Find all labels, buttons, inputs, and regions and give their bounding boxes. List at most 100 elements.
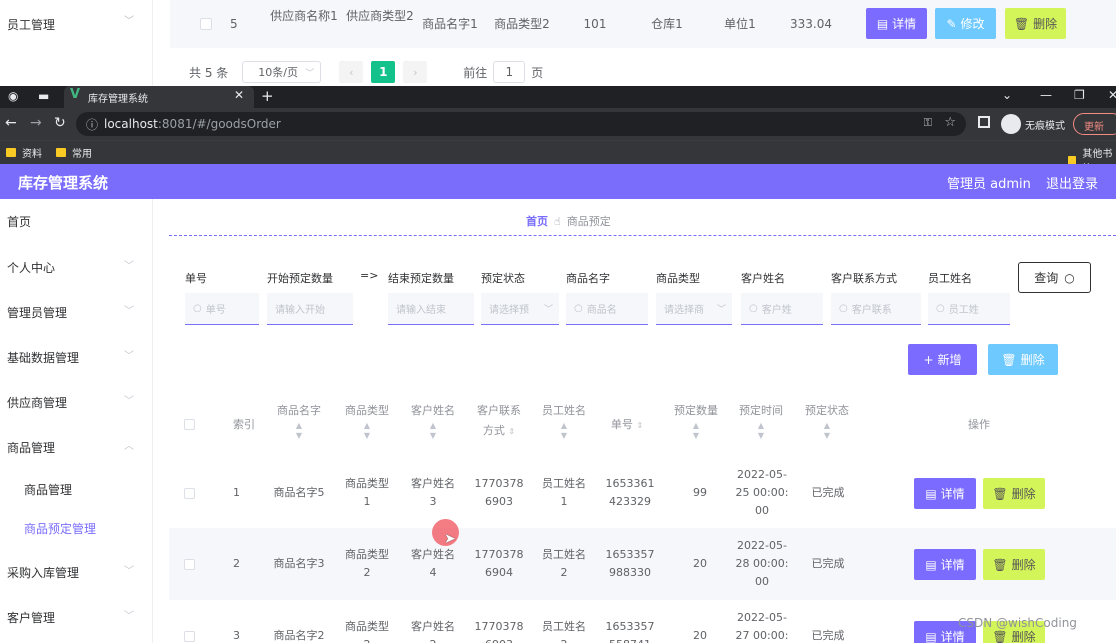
query-button[interactable]: 查询 ○	[1018, 262, 1091, 293]
prev-detail-button[interactable]: ▤ 详情	[866, 8, 927, 39]
th-customer-phone[interactable]: 客户联系 方式 ⇕	[471, 401, 527, 442]
new-tab-icon[interactable]: +	[261, 87, 274, 105]
sidebar-item-goods[interactable]: 商品管理	[7, 439, 55, 456]
cell-employee-line2: 1	[560, 495, 568, 508]
side-panel-icon[interactable]	[978, 116, 990, 128]
sort-icon[interactable]: ⇕	[508, 427, 515, 436]
sidebar-subitem-goods-order[interactable]: 商品预定管理	[24, 520, 96, 537]
page-size-select[interactable]: 10条/页 ﹀	[242, 61, 322, 83]
tab-search-icon[interactable]: ▬	[38, 89, 49, 103]
sidebar-item-customer[interactable]: 客户管理	[7, 609, 55, 626]
sort-icon[interactable]: ▲ ▼	[407, 421, 459, 441]
prev-page-button[interactable]: ‹	[339, 61, 364, 83]
prev-sidebar-employee-item[interactable]: 员工管理	[7, 16, 55, 33]
back-arrow-icon[interactable]: ←	[5, 115, 17, 131]
url-text[interactable]: localhost:8081/#/goodsOrder	[104, 117, 281, 131]
prev-edit-button[interactable]: ✎ 修改	[935, 8, 996, 39]
row-checkbox[interactable]	[184, 631, 195, 642]
goods-type-select[interactable]: 请选择商 ﹀	[656, 293, 732, 325]
globe-icon[interactable]: ◉	[8, 89, 18, 103]
row-detail-button[interactable]: ▤ 详情	[914, 549, 976, 580]
bookmarks-bar: 资料 常用 其他书签	[0, 140, 1116, 175]
cell-employee-line2: 2	[561, 638, 568, 643]
cell-goods-type: 商品类型 2	[341, 618, 393, 643]
bookmark-folder-changyong[interactable]: 常用	[56, 145, 92, 160]
site-info-icon[interactable]: ⓘ	[86, 116, 98, 133]
sort-icon[interactable]: ▲ ▼	[735, 421, 787, 441]
th-goods-name[interactable]: 商品名字 ▲ ▼	[273, 401, 325, 441]
sort-icon[interactable]: ▲ ▼	[273, 421, 325, 441]
th-customer-phone-label-2: 方式	[482, 424, 505, 437]
current-page-button[interactable]: 1	[371, 61, 396, 83]
th-time[interactable]: 预定时间 ▲ ▼	[735, 401, 787, 441]
th-qty-label: 预定数量	[674, 404, 718, 417]
row-detail-label: 详情	[940, 487, 965, 501]
sidebar-item-purchase[interactable]: 采购入库管理	[7, 564, 79, 581]
row-delete-button[interactable]: 🗑 删除	[983, 549, 1045, 580]
row-checkbox[interactable]	[184, 488, 195, 499]
sidebar-subitem-goods[interactable]: 商品管理	[24, 481, 72, 498]
prev-delete-label: 删除	[1033, 17, 1058, 31]
bookmark-folder-ziliao[interactable]: 资料	[6, 145, 42, 160]
filter-label-status: 预定状态	[481, 272, 525, 285]
divider	[169, 235, 1116, 236]
browser-tab-active[interactable]: V 库存管理系统 ✕	[64, 86, 254, 108]
sidebar-item-personal[interactable]: 个人中心	[7, 259, 55, 276]
cell-employee-line1: 员工姓名	[542, 548, 586, 561]
th-qty[interactable]: 预定数量 ▲ ▼	[670, 401, 722, 441]
url-omnibox[interactable]: ⓘ localhost:8081/#/goodsOrder ⚿ ☆	[76, 112, 966, 136]
row-delete-button[interactable]: 🗑 删除	[983, 478, 1045, 509]
prev-delete-button[interactable]: 🗑 删除	[1005, 8, 1066, 39]
update-button[interactable]: 更新	[1073, 113, 1116, 135]
next-page-button[interactable]: ›	[403, 61, 428, 83]
sort-icon[interactable]: ▲ ▼	[341, 421, 393, 441]
order-no-input[interactable]: ○ 单号	[185, 293, 259, 325]
close-tab-icon[interactable]: ✕	[234, 88, 244, 102]
tab-list-chevron-icon[interactable]: ⌄	[1002, 88, 1012, 102]
th-order-no[interactable]: 单号 ⇕	[605, 415, 649, 436]
incognito-icon[interactable]	[1001, 114, 1021, 134]
row-detail-button[interactable]: ▤ 详情	[914, 478, 976, 509]
cell-employee: 员工姓名 2	[538, 546, 590, 582]
sort-icon[interactable]: ▲ ▼	[670, 421, 722, 441]
cell-time-line1: 2022-05-	[737, 539, 787, 552]
sort-icon[interactable]: ▲ ▼	[801, 421, 853, 441]
add-button[interactable]: + 新增	[908, 344, 977, 375]
logout-link[interactable]: 退出登录	[1046, 173, 1098, 192]
employee-name-input[interactable]: ○ 员工姓	[928, 293, 1010, 325]
end-qty-input[interactable]: 请输入结束	[388, 293, 474, 325]
query-label: 查询	[1034, 271, 1059, 285]
bookmark-star-icon[interactable]: ☆	[944, 115, 956, 130]
sidebar-item-home[interactable]: 首页	[7, 213, 31, 230]
goto-page-input[interactable]: 1	[493, 61, 526, 83]
th-employee-name[interactable]: 员工姓名 ▲ ▼	[538, 401, 590, 441]
restore-icon[interactable]: ❐	[1074, 88, 1085, 102]
goods-name-input[interactable]: ○ 商品名	[566, 293, 648, 325]
th-goods-type[interactable]: 商品类型 ▲ ▼	[341, 401, 393, 441]
sort-icon[interactable]: ▲ ▼	[538, 421, 590, 441]
sidebar-item-basic-data[interactable]: 基础数据管理	[7, 349, 79, 366]
reload-icon[interactable]: ↻	[54, 115, 66, 131]
row-checkbox[interactable]	[184, 559, 195, 570]
key-icon[interactable]: ⚿	[924, 116, 932, 130]
sidebar-item-admin[interactable]: 管理员管理	[7, 304, 67, 321]
folder-icon	[6, 148, 16, 157]
row-checkbox[interactable]	[200, 18, 212, 30]
cell-time: 2022-05- 25 00:00: 00	[734, 466, 790, 520]
breadcrumb-home[interactable]: 首页	[526, 213, 548, 229]
goods-name-placeholder: 商品名	[586, 305, 617, 316]
th-customer-name[interactable]: 客户姓名 ▲ ▼	[407, 401, 459, 441]
sidebar-item-supplier[interactable]: 供应商管理	[7, 394, 67, 411]
th-status[interactable]: 预定状态 ▲ ▼	[801, 401, 853, 441]
select-all-checkbox[interactable]	[184, 419, 195, 430]
minimize-icon[interactable]: —	[1040, 88, 1052, 102]
customer-name-input[interactable]: ○ 客户姓	[741, 293, 823, 325]
sort-icon[interactable]: ⇕	[636, 421, 643, 430]
close-window-icon[interactable]: ✕	[1108, 88, 1116, 102]
goods-type-placeholder: 请选择商	[664, 305, 704, 316]
start-qty-input[interactable]: 请输入开始	[267, 293, 353, 325]
forward-arrow-icon[interactable]: →	[30, 115, 42, 131]
customer-phone-input[interactable]: ○ 客户联系	[831, 293, 921, 325]
status-select[interactable]: 请选择预 ﹀	[481, 293, 559, 325]
batch-delete-button[interactable]: 🗑 删除	[988, 344, 1058, 375]
